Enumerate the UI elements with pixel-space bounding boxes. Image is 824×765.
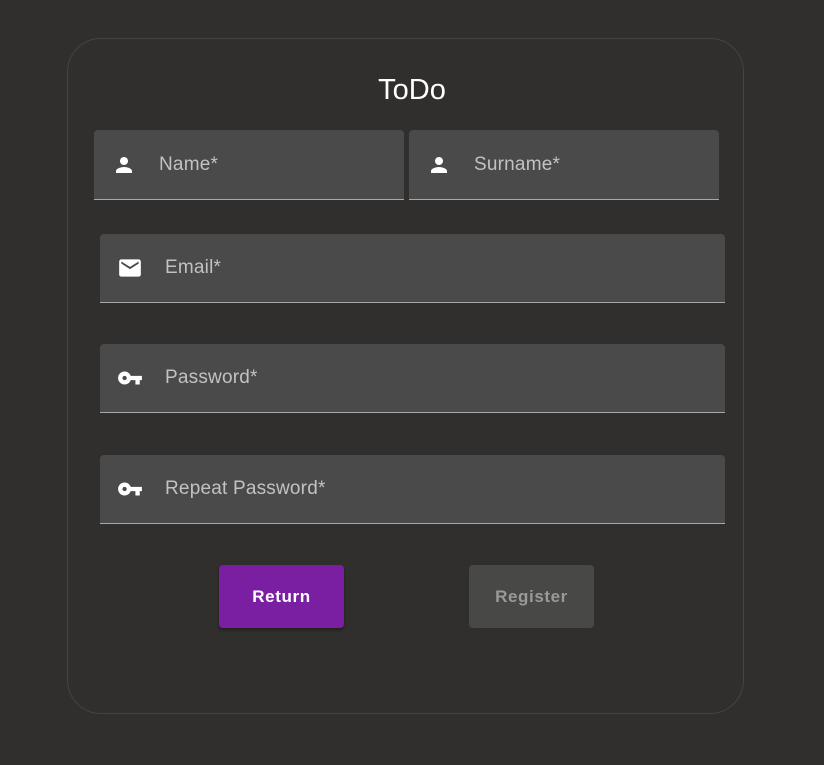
app-title: ToDo — [378, 74, 446, 106]
email-input[interactable] — [165, 234, 713, 302]
return-button[interactable]: Return — [219, 565, 344, 628]
surname-field[interactable]: Surname* — [409, 130, 719, 200]
password-input[interactable] — [165, 344, 713, 412]
name-field[interactable]: Name* — [94, 130, 404, 200]
mail-icon — [117, 255, 143, 281]
person-icon — [426, 152, 452, 178]
key-icon — [117, 476, 143, 502]
password-field[interactable]: Password* — [100, 344, 725, 413]
person-icon — [111, 152, 137, 178]
surname-input[interactable] — [474, 130, 707, 199]
key-icon — [117, 365, 143, 391]
email-field[interactable]: Email* — [100, 234, 725, 303]
repeat-password-input[interactable] — [165, 455, 713, 523]
name-input[interactable] — [159, 130, 392, 199]
repeat-password-field[interactable]: Repeat Password* — [100, 455, 725, 524]
register-button[interactable]: Register — [469, 565, 594, 628]
